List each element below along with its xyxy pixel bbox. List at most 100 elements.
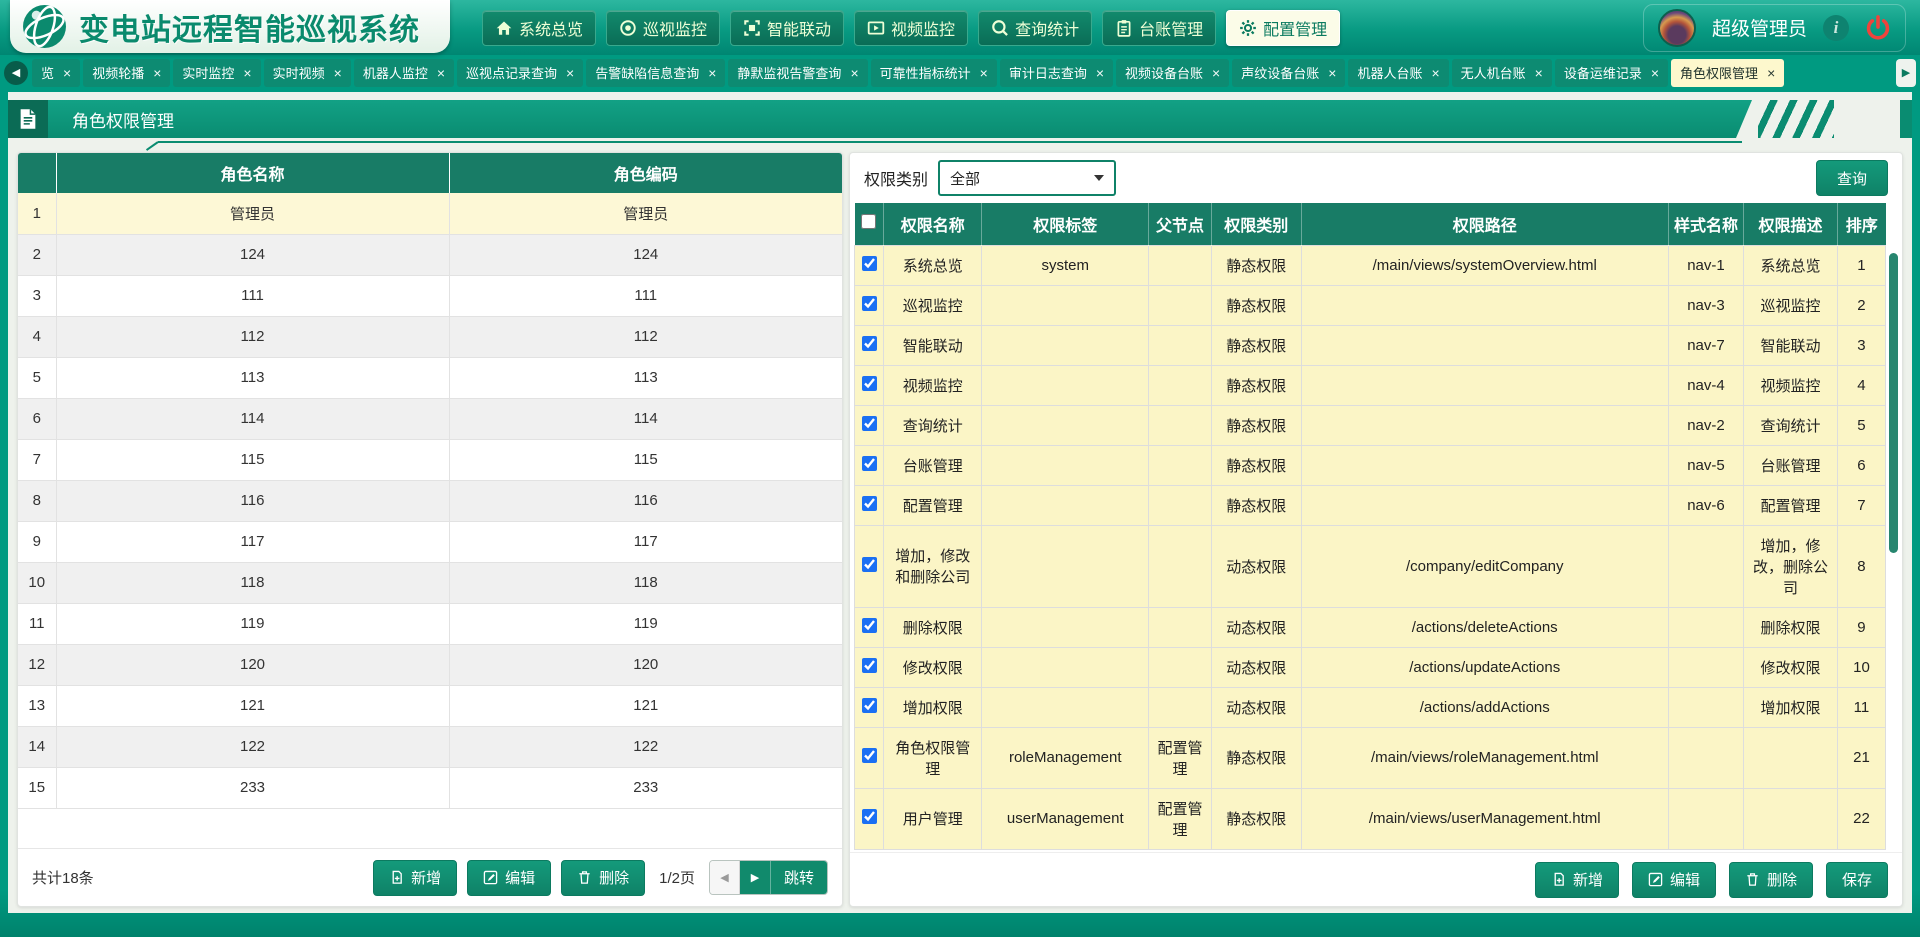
role-row[interactable]: 15 233 233 <box>18 767 842 808</box>
power-icon[interactable] <box>1865 15 1891 41</box>
tab[interactable]: 览 × <box>32 59 80 87</box>
perm-style-cell <box>1668 607 1743 647</box>
role-row[interactable]: 3 111 111 <box>18 275 842 316</box>
role-row[interactable]: 11 119 119 <box>18 603 842 644</box>
permission-type-select[interactable]: 全部 <box>938 160 1116 196</box>
row-checkbox[interactable] <box>862 416 877 431</box>
nav-item-system-overview[interactable]: 系统总览 <box>482 10 596 46</box>
perm-tag-cell <box>982 285 1149 325</box>
scrollbar-thumb[interactable] <box>1889 253 1898 553</box>
role-index-cell: 10 <box>18 562 56 603</box>
tab[interactable]: 视频轮播 × <box>83 59 170 87</box>
role-row[interactable]: 8 116 116 <box>18 480 842 521</box>
row-checkbox[interactable] <box>862 496 877 511</box>
close-icon[interactable]: × <box>1535 66 1543 80</box>
tab[interactable]: 静默监视告警查询 × <box>728 59 867 87</box>
close-icon[interactable]: × <box>1328 66 1336 80</box>
close-icon[interactable]: × <box>437 66 445 80</box>
nav-item-video-monitor[interactable]: 视频监控 <box>854 10 968 46</box>
query-button[interactable]: 查询 <box>1816 160 1888 196</box>
close-icon[interactable]: × <box>850 66 858 80</box>
role-row[interactable]: 4 112 112 <box>18 316 842 357</box>
role-row[interactable]: 7 115 115 <box>18 439 842 480</box>
perm-path-cell: /actions/deleteActions <box>1301 607 1668 647</box>
tab[interactable]: 角色权限管理 × <box>1671 59 1784 87</box>
role-row[interactable]: 2 124 124 <box>18 234 842 275</box>
perm-check-cell <box>855 365 884 405</box>
close-icon[interactable]: × <box>980 66 988 80</box>
role-row[interactable]: 14 122 122 <box>18 726 842 767</box>
tab[interactable]: 视频设备台账 × <box>1116 59 1229 87</box>
tab[interactable]: 告警缺陷信息查询 × <box>586 59 725 87</box>
select-all-checkbox[interactable] <box>861 214 876 229</box>
tab[interactable]: 实时视频 × <box>264 59 351 87</box>
prev-page-button[interactable]: ◀ <box>710 861 740 894</box>
close-icon[interactable]: × <box>566 66 574 80</box>
role-row[interactable]: 5 113 113 <box>18 357 842 398</box>
row-checkbox[interactable] <box>862 296 877 311</box>
row-checkbox[interactable] <box>862 256 877 271</box>
close-icon[interactable]: × <box>334 66 342 80</box>
role-row[interactable]: 9 117 117 <box>18 521 842 562</box>
delete-permission-button[interactable]: 删除 <box>1729 862 1813 898</box>
tab-scroll-right-button[interactable]: ▶ <box>1896 59 1916 87</box>
tab[interactable]: 可靠性指标统计 × <box>871 59 997 87</box>
tab[interactable]: 无人机台账 × <box>1452 59 1552 87</box>
next-page-button[interactable]: ▶ <box>740 861 770 894</box>
role-row[interactable]: 13 121 121 <box>18 685 842 726</box>
close-icon[interactable]: × <box>1431 66 1439 80</box>
close-icon[interactable]: × <box>153 66 161 80</box>
role-row[interactable]: 10 118 118 <box>18 562 842 603</box>
row-checkbox[interactable] <box>862 698 877 713</box>
row-checkbox[interactable] <box>862 618 877 633</box>
nav-item-ledger-management[interactable]: 台账管理 <box>1102 10 1216 46</box>
tab-label: 览 <box>41 63 54 82</box>
nav-item-config-management[interactable]: 配置管理 <box>1226 10 1340 46</box>
perm-parent-cell <box>1149 325 1212 365</box>
row-checkbox[interactable] <box>862 658 877 673</box>
close-icon[interactable]: × <box>1096 66 1104 80</box>
add-permission-button[interactable]: 新增 <box>1535 862 1619 898</box>
close-icon[interactable]: × <box>708 66 716 80</box>
tab[interactable]: 设备运维记录 × <box>1555 59 1668 87</box>
row-checkbox[interactable] <box>862 748 877 763</box>
add-role-button[interactable]: 新增 <box>373 860 457 896</box>
tab-scroll-left-button[interactable]: ◀ <box>4 61 28 85</box>
add-icon <box>389 870 404 885</box>
edit-role-button[interactable]: 编辑 <box>467 860 551 896</box>
close-icon[interactable]: × <box>63 66 71 80</box>
role-row[interactable]: 12 120 120 <box>18 644 842 685</box>
role-row[interactable]: 6 114 114 <box>18 398 842 439</box>
row-checkbox[interactable] <box>862 456 877 471</box>
info-icon[interactable] <box>1823 15 1849 41</box>
tab[interactable]: 声纹设备台账 × <box>1232 59 1345 87</box>
role-code-cell: 124 <box>449 234 842 275</box>
row-checkbox[interactable] <box>862 809 877 824</box>
tab[interactable]: 机器人监控 × <box>354 59 454 87</box>
jump-button[interactable]: 跳转 <box>770 861 827 894</box>
tab-label: 无人机台账 <box>1461 63 1526 82</box>
nav-item-query-statistics[interactable]: 查询统计 <box>978 10 1092 46</box>
tab[interactable]: 巡视点记录查询 × <box>457 59 583 87</box>
delete-role-button[interactable]: 删除 <box>561 860 645 896</box>
save-button[interactable]: 保存 <box>1826 862 1888 898</box>
perm-name-header: 权限名称 <box>884 203 982 245</box>
row-checkbox[interactable] <box>862 557 877 572</box>
close-icon[interactable]: × <box>1651 66 1659 80</box>
tab[interactable]: 审计日志查询 × <box>1000 59 1113 87</box>
nav-item-inspection-monitor[interactable]: 巡视监控 <box>606 10 720 46</box>
tab-label: 角色权限管理 <box>1680 63 1758 82</box>
role-row[interactable]: 1 管理员 管理员 <box>18 193 842 234</box>
row-checkbox[interactable] <box>862 336 877 351</box>
tab[interactable]: 实时监控 × <box>173 59 260 87</box>
logo-badge: 变电站远程智能巡视系统 <box>10 0 450 53</box>
close-icon[interactable]: × <box>1212 66 1220 80</box>
tab[interactable]: 机器人台账 × <box>1348 59 1448 87</box>
close-icon[interactable]: × <box>1767 66 1775 80</box>
row-checkbox[interactable] <box>862 376 877 391</box>
role-index-cell: 4 <box>18 316 56 357</box>
close-icon[interactable]: × <box>243 66 251 80</box>
nav-item-smart-linkage[interactable]: 智能联动 <box>730 10 844 46</box>
perm-check-cell <box>855 525 884 607</box>
edit-permission-button[interactable]: 编辑 <box>1632 862 1716 898</box>
